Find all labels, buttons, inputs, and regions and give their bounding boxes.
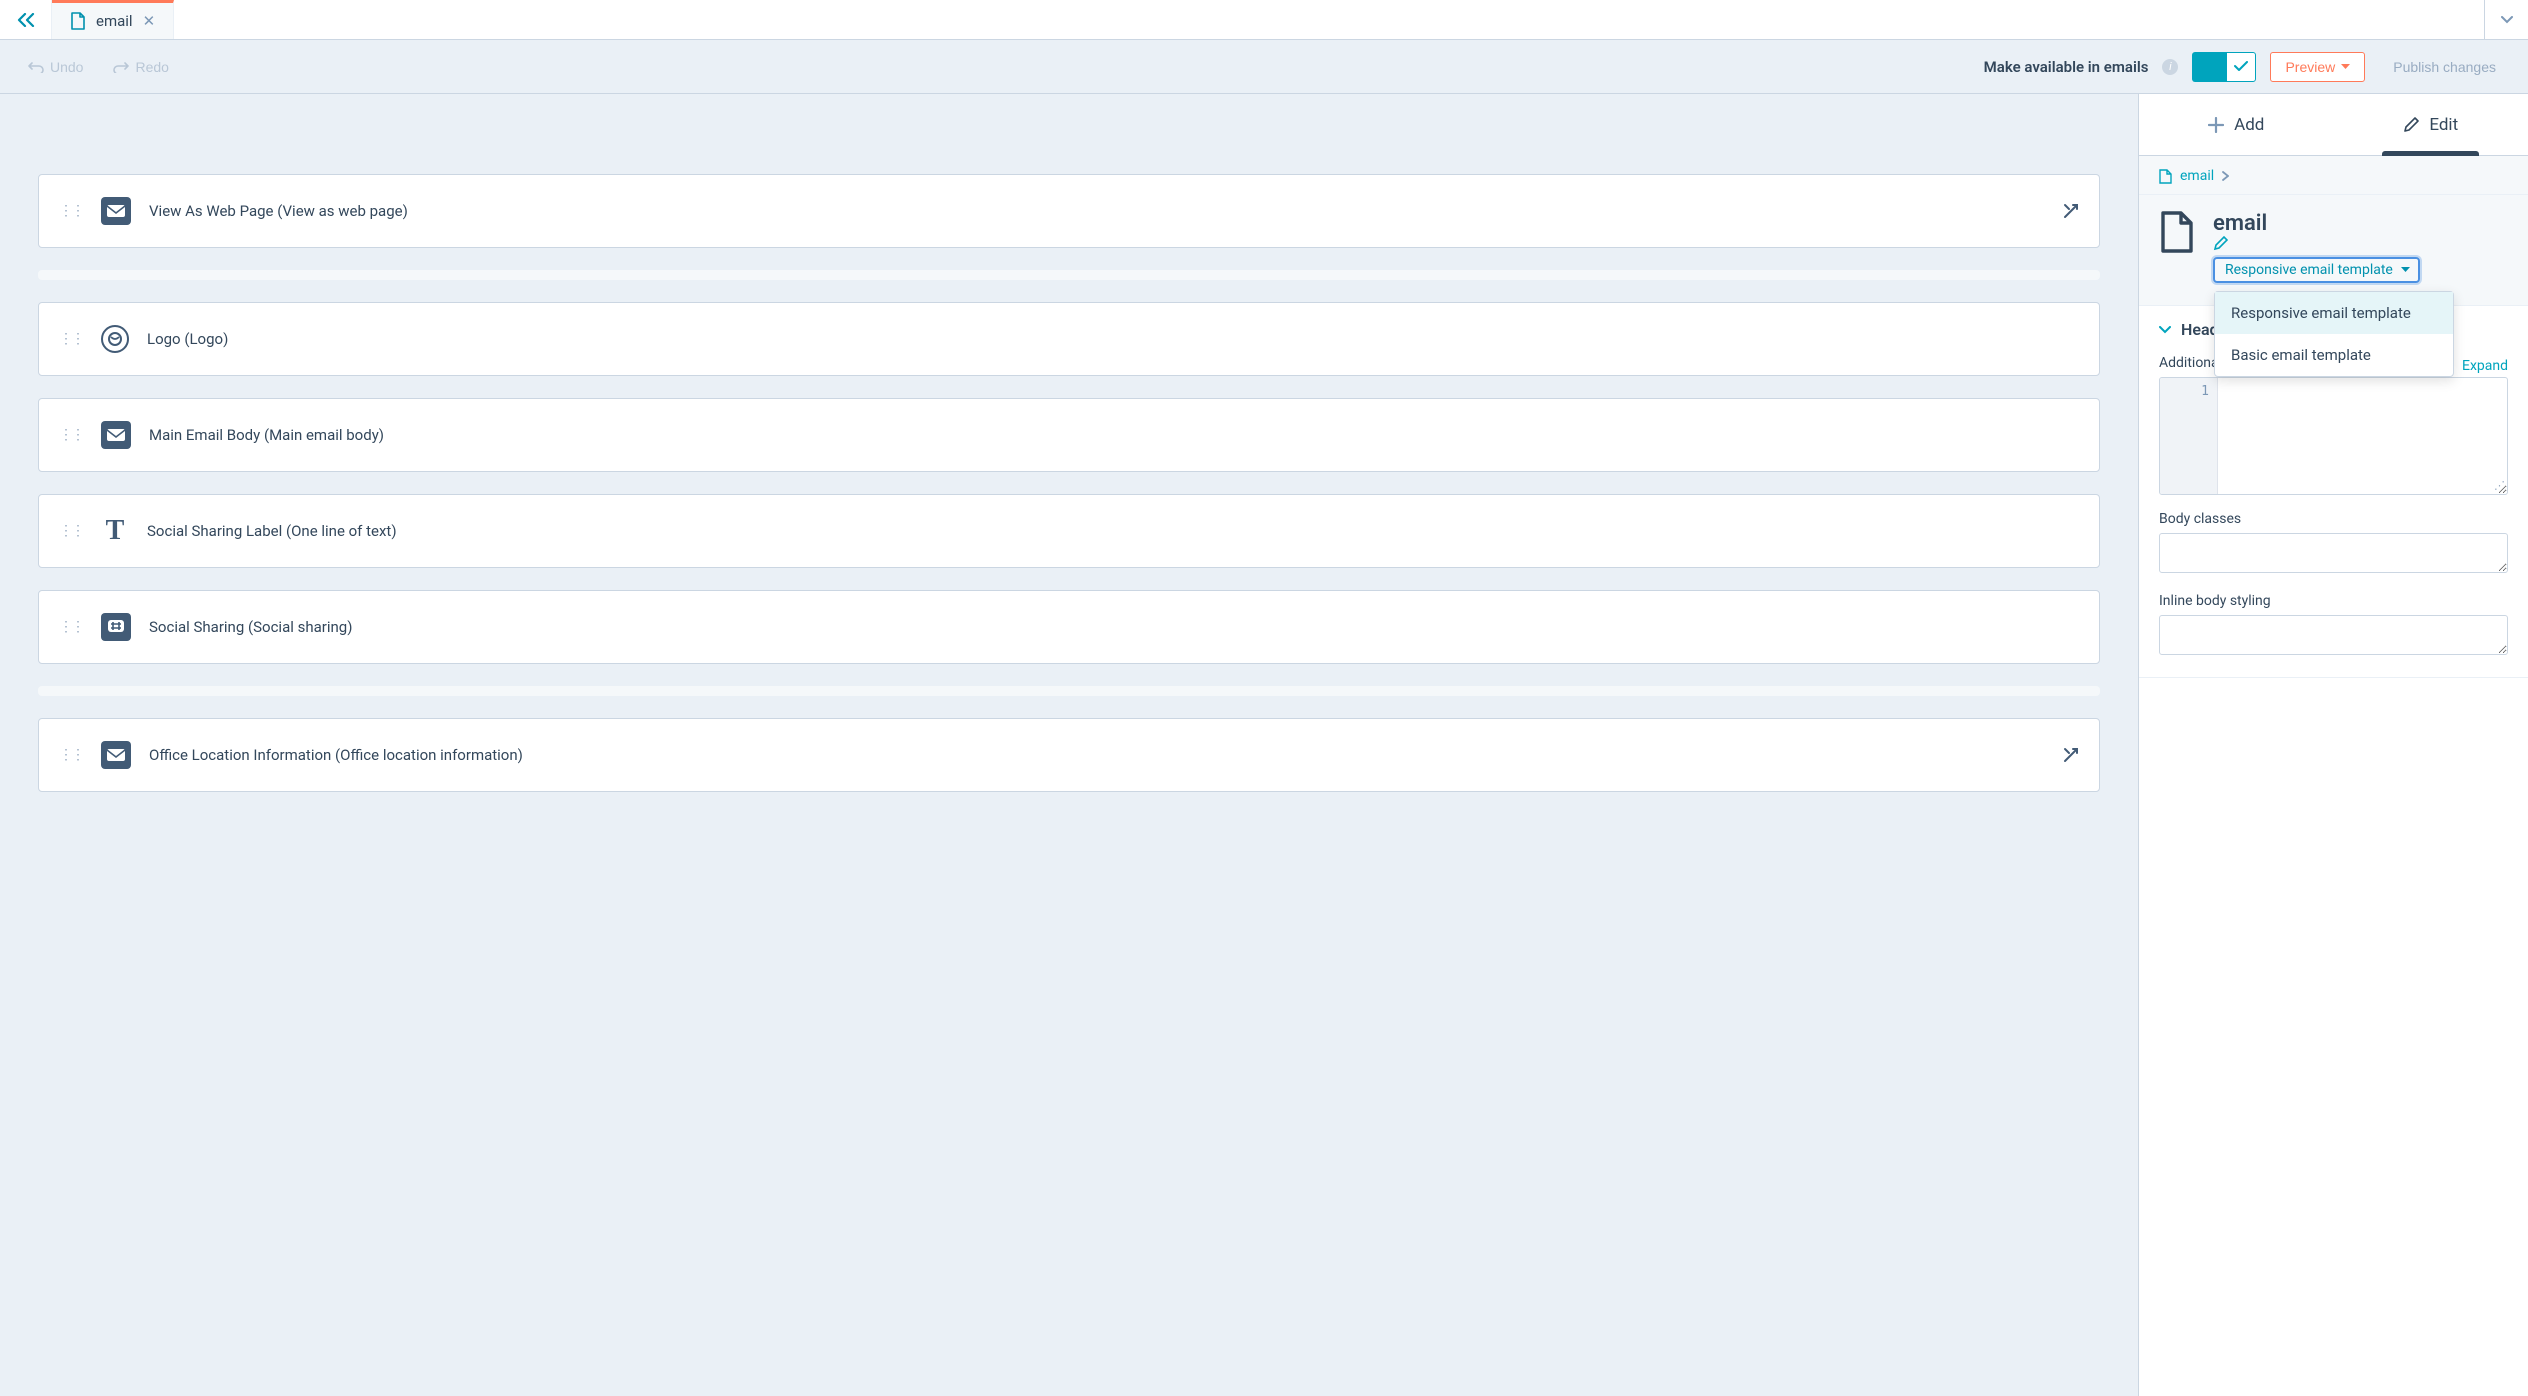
document-icon [70,12,86,30]
panel-tabs: Add Edit [2139,94,2528,156]
logo-icon [101,325,129,353]
module-label: Office Location Information (Office loca… [149,746,523,764]
toggle-check-segment [2226,52,2256,82]
body-classes-label: Body classes [2159,511,2508,527]
top-menu-button[interactable] [2484,0,2528,39]
module-label: Main Email Body (Main email body) [149,426,384,444]
toggle-on-segment [2192,52,2226,82]
redo-icon [113,61,129,73]
head-markup-editor[interactable]: 1 ⋰ [2159,377,2508,495]
tab-add[interactable]: Add [2139,94,2334,155]
plus-icon [2208,117,2224,133]
close-icon[interactable]: ✕ [143,12,156,30]
breadcrumb[interactable]: email [2139,156,2528,195]
divider [38,686,2100,696]
document-icon [2159,211,2195,253]
module-label: Social Sharing Label (One line of text) [147,522,397,540]
text-icon: T [101,517,129,545]
module-logo[interactable]: ⋮⋮ Logo (Logo) [38,302,2100,376]
module-office-location[interactable]: ⋮⋮ Office Location Information (Office l… [38,718,2100,792]
expand-link[interactable]: Expand [2462,358,2508,374]
right-panel: Add Edit email email Responsive [2138,94,2528,1396]
hash-icon [101,613,131,641]
module-social-label[interactable]: ⋮⋮ T Social Sharing Label (One line of t… [38,494,2100,568]
toolbar: Undo Redo Make available in emails i Pre… [0,40,2528,94]
pencil-icon [2403,117,2419,133]
inline-body-label: Inline body styling [2159,593,2508,609]
resize-handle-icon[interactable]: ⋰ [2494,479,2505,492]
undo-icon [28,61,44,73]
module-label: Social Sharing (Social sharing) [149,618,352,636]
chevron-right-icon [2222,171,2229,181]
drag-handle-icon[interactable]: ⋮⋮ [59,427,83,443]
body-classes-input[interactable] [2159,533,2508,573]
action-icon[interactable] [2063,203,2079,219]
module-view-as-web[interactable]: ⋮⋮ View As Web Page (View as web page) [38,174,2100,248]
module-main-body[interactable]: ⋮⋮ Main Email Body (Main email body) [38,398,2100,472]
drag-handle-icon[interactable]: ⋮⋮ [59,203,83,219]
collapse-sidebar-button[interactable] [0,0,52,39]
file-tab[interactable]: email ✕ [52,0,174,39]
undo-button[interactable]: Undo [18,53,93,81]
dropdown-item-responsive[interactable]: Responsive email template [2215,292,2453,334]
code-area[interactable] [2218,378,2507,494]
drag-handle-icon[interactable]: ⋮⋮ [59,331,83,347]
chevron-double-left-icon [17,13,35,27]
tab-label: email [96,12,133,30]
inline-body-input[interactable] [2159,615,2508,655]
mail-icon [101,421,131,449]
edit-title-button[interactable] [2213,236,2420,251]
tab-edit[interactable]: Edit [2334,94,2528,155]
module-social-sharing[interactable]: ⋮⋮ Social Sharing (Social sharing) [38,590,2100,664]
page-title: email [2213,211,2267,236]
chevron-down-icon [2159,326,2171,334]
drag-handle-icon[interactable]: ⋮⋮ [59,619,83,635]
action-icon[interactable] [2063,747,2079,763]
preview-button[interactable]: Preview [2270,52,2365,82]
template-type-dropdown[interactable]: Responsive email template Responsive ema… [2213,257,2420,283]
publish-button[interactable]: Publish changes [2379,52,2510,82]
redo-button[interactable]: Redo [103,53,178,81]
caret-down-icon [2401,267,2410,273]
code-gutter: 1 [2160,378,2218,494]
info-icon[interactable]: i [2162,59,2178,75]
drag-handle-icon[interactable]: ⋮⋮ [59,747,83,763]
mail-icon [101,197,131,225]
template-dropdown-menu: Responsive email template Basic email te… [2214,291,2454,377]
dropdown-item-basic[interactable]: Basic email template [2215,334,2453,376]
canvas: ⋮⋮ View As Web Page (View as web page) ⋮… [0,94,2138,1396]
divider [38,270,2100,280]
caret-down-icon [2341,64,2350,70]
module-label: Logo (Logo) [147,330,228,348]
top-bar: email ✕ [0,0,2528,40]
caret-down-icon [2501,16,2513,24]
document-icon [2159,169,2172,184]
panel-head: email Responsive email template Responsi… [2139,195,2528,306]
mail-icon [101,741,131,769]
availability-toggle[interactable] [2192,52,2256,82]
module-label: View As Web Page (View as web page) [149,202,408,220]
drag-handle-icon[interactable]: ⋮⋮ [59,523,83,539]
available-label: Make available in emails [1984,58,2149,76]
